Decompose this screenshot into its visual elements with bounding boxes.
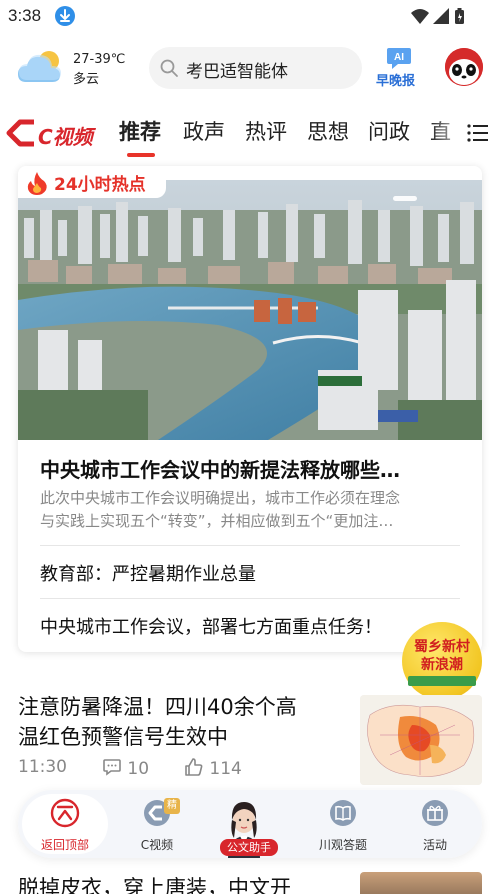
promo-line2: 新浪潮 [421, 657, 463, 673]
comment-count-value: 10 [127, 759, 150, 779]
comment-icon [103, 759, 121, 776]
battery-icon [455, 8, 464, 24]
search-bar[interactable]: 考巴适智能体 [149, 47, 362, 89]
back-to-top-label: 返回顶部 [40, 838, 89, 852]
hot-list-item[interactable]: 教育部：严控暑期作业总量 [40, 560, 256, 586]
like-count-value: 114 [209, 759, 242, 779]
quiz-button[interactable]: 川观答题 [298, 790, 388, 858]
activity-label: 活动 [422, 838, 447, 852]
hot-summary: 此次中央城市工作会议明确提出，城市工作必须在理念 与实践上实现五个“转变”，并相… [40, 487, 462, 533]
tab-sixiang[interactable]: 思想 [307, 116, 349, 146]
status-bar: 3:38 [0, 0, 503, 34]
c-video-logo[interactable]: C视频 [6, 116, 108, 150]
flame-icon [26, 171, 48, 195]
hot-summary-line: 与实践上实现五个“转变”，并相应做到五个“更加注… [40, 512, 394, 530]
divider [40, 598, 460, 599]
gift-icon [420, 798, 450, 828]
tab-zhengsheng[interactable]: 政声 [183, 116, 225, 146]
hot-tag-text: 24小时热点 [54, 175, 146, 195]
news-title-line: 注意防暑降温！四川40余个高 [18, 695, 297, 719]
news-title[interactable]: 注意防暑降温！四川40余个高 温红色预警信号生效中 [18, 692, 338, 752]
weather-cloud-icon[interactable] [16, 48, 66, 86]
carousel-indicator [393, 196, 417, 201]
hot-list-item[interactable]: 中央城市工作会议，部署七方面重点任务！ [40, 613, 382, 639]
tab-wenzheng[interactable]: 问政 [368, 116, 410, 146]
news-thumbnail-map[interactable] [360, 695, 482, 785]
hot-headline[interactable]: 中央城市工作会议中的新提法释放哪些… [40, 454, 460, 483]
document-assistant-label: 公文助手 [220, 839, 278, 856]
hot-summary-line: 此次中央城市工作会议明确提出，城市工作必须在理念 [40, 489, 401, 507]
logo-text: C视频 [38, 125, 93, 149]
like-count[interactable]: 114 [184, 757, 242, 779]
active-tab-indicator [127, 153, 155, 157]
city-aerial-image[interactable] [18, 180, 482, 440]
tab-repin[interactable]: 热评 [245, 116, 287, 146]
quiz-label: 川观答题 [318, 838, 367, 852]
featured-badge: 精 [164, 798, 180, 814]
next-news-title[interactable]: 脱掉皮衣，穿上唐装，中文开 [18, 872, 291, 894]
search-icon [159, 58, 179, 78]
c-video-label: C视频 [140, 838, 174, 852]
divider [40, 545, 460, 546]
c-video-button[interactable]: C视频 [112, 790, 202, 858]
signal-icon [433, 8, 449, 24]
activity-button[interactable]: 活动 [390, 790, 480, 858]
hot-news-card[interactable]: 24小时热点 中央城市工作会议中的新提法释放哪些… 此次中央城市工作会议明确提出… [18, 166, 482, 652]
comment-count[interactable]: 10 [102, 757, 149, 779]
ai-news-label: 早晚报 [376, 74, 416, 89]
ai-bubble-icon: AI [386, 46, 412, 70]
thumbs-up-icon [185, 758, 203, 776]
status-icons [409, 7, 469, 25]
news-time: 11:30 [18, 757, 67, 777]
ai-icon-text: AI [394, 52, 404, 63]
promo-line1: 蜀乡新村 [414, 639, 470, 655]
status-time: 3:38 [8, 6, 42, 25]
weather-temperature: 27-39℃ [73, 52, 126, 67]
search-query: 考巴适智能体 [186, 62, 288, 82]
weather-condition: 多云 [73, 72, 100, 87]
promo-badge[interactable]: 蜀乡新村 新浪潮 [402, 622, 482, 700]
ai-news-button[interactable]: AI 早晚报 [374, 44, 424, 90]
channel-nav: C视频 推荐 政声 热评 思想 问政 直 [0, 108, 503, 160]
back-to-top-icon [50, 798, 80, 828]
next-news-thumbnail[interactable] [360, 872, 482, 894]
avatar[interactable] [445, 48, 483, 86]
tab-recommend[interactable]: 推荐 [119, 116, 161, 146]
book-icon [328, 798, 358, 828]
hot-24h-tag: 24小时热点 [18, 166, 166, 198]
download-icon [55, 6, 75, 26]
back-to-top-button[interactable]: 返回顶部 [20, 790, 110, 858]
wifi-icon [411, 9, 429, 24]
news-title-line: 温红色预警信号生效中 [18, 725, 228, 749]
menu-icon[interactable] [466, 121, 490, 145]
